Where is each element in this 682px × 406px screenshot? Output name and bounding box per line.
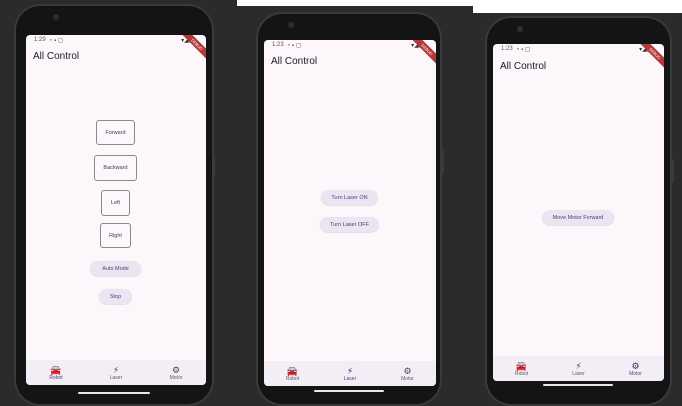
tab-motor-label: Motor	[629, 370, 642, 377]
bolt-icon: ⚡	[112, 364, 120, 375]
gear-icon: ⚙	[631, 360, 640, 371]
status-icons: ◔ ▪ ▢	[48, 38, 64, 44]
auto-mode-button[interactable]: Auto Mode	[90, 261, 141, 276]
tab-robot-label: Robot	[514, 370, 529, 377]
app-title: All Control	[33, 51, 80, 62]
tab-laser-label: Laser	[109, 374, 123, 381]
gear-icon: ⚙	[171, 364, 181, 375]
gesture-bar	[543, 384, 613, 386]
screenshot-canvas: 1:29 ◔ ▪ ▢ ▾◢▮ DEBUG All Control Forward…	[0, 0, 682, 406]
move-motor-forward-button[interactable]: Move Motor Forward	[542, 210, 614, 225]
bolt-icon: ⚡	[575, 360, 582, 371]
phone-robot: 1:29 ◔ ▪ ▢ ▾◢▮ DEBUG All Control Forward…	[14, 4, 215, 406]
power-button	[441, 150, 444, 174]
bottom-navigation: 🚘 Robot ⚡ Laser ⚙ Motor	[264, 361, 436, 386]
car-icon: 🚘	[515, 360, 528, 371]
app-title: All Control	[500, 61, 547, 72]
tab-robot-label: Robot	[49, 374, 63, 381]
tab-motor-label: Motor	[169, 374, 183, 381]
status-time: 1:23	[272, 42, 284, 48]
phone-motor: 1:23 ◔ ▪ ▢ ▾◢▮ DEBUG All Control Move Mo…	[485, 16, 674, 406]
forward-button[interactable]: Forward	[96, 120, 135, 145]
tab-laser[interactable]: ⚡ Laser	[86, 360, 146, 385]
turn-laser-off-button[interactable]: Turn Laser OFF	[320, 217, 379, 232]
app-title: All Control	[271, 56, 318, 67]
tab-motor[interactable]: ⚙ Motor	[146, 360, 206, 385]
stop-button[interactable]: Stop	[99, 289, 132, 304]
tab-laser-label: Laser	[572, 370, 585, 377]
bolt-icon: ⚡	[346, 365, 354, 376]
status-icons: ◔ ▪ ▢	[286, 43, 302, 49]
right-button[interactable]: Right	[100, 223, 131, 248]
tab-robot-label: Robot	[285, 375, 300, 382]
tab-laser[interactable]: ⚡ Laser	[321, 361, 379, 386]
tab-laser[interactable]: ⚡ Laser	[550, 356, 607, 381]
car-icon: 🚘	[286, 365, 299, 376]
tab-robot[interactable]: 🚘 Robot	[493, 356, 550, 381]
car-icon: 🚘	[50, 364, 62, 375]
status-icons: ◔ ▪ ▢	[515, 47, 531, 53]
tab-motor[interactable]: ⚙ Motor	[607, 356, 664, 381]
power-button	[212, 154, 215, 178]
status-time: 1:23	[501, 46, 513, 52]
left-button[interactable]: Left	[101, 190, 130, 216]
backward-button[interactable]: Backward	[94, 155, 137, 181]
tab-laser-label: Laser	[343, 375, 357, 382]
phone-screen: 1:23 ◔ ▪ ▢ ▾◢▮ DEBUG All Control Move Mo…	[493, 44, 664, 381]
front-camera	[517, 26, 523, 32]
front-camera	[288, 22, 294, 28]
tab-motor[interactable]: ⚙ Motor	[379, 361, 436, 386]
phone-screen: 1:23 ◔ ▪ ▢ ▾◢▮ DEBUG All Control Turn La…	[264, 40, 436, 386]
status-time: 1:29	[34, 37, 46, 43]
phone-laser: 1:23 ◔ ▪ ▢ ▾◢▮ DEBUG All Control Turn La…	[256, 12, 444, 406]
tab-motor-label: Motor	[401, 375, 414, 382]
bottom-navigation: 🚘 Robot ⚡ Laser ⚙ Motor	[493, 356, 664, 381]
front-camera	[53, 14, 59, 20]
gear-icon: ⚙	[403, 365, 412, 376]
turn-laser-on-button[interactable]: Turn Laser ON	[321, 190, 378, 205]
gesture-bar	[78, 392, 150, 394]
power-button	[671, 159, 674, 183]
tab-robot[interactable]: 🚘 Robot	[264, 361, 321, 386]
bottom-navigation: 🚘 Robot ⚡ Laser ⚙ Motor	[26, 360, 206, 385]
tab-robot[interactable]: 🚘 Robot	[26, 360, 86, 385]
phone-screen: 1:29 ◔ ▪ ▢ ▾◢▮ DEBUG All Control Forward…	[26, 35, 206, 385]
status-bar: 1:29 ◔ ▪ ▢	[26, 35, 206, 46]
gesture-bar	[314, 390, 384, 392]
